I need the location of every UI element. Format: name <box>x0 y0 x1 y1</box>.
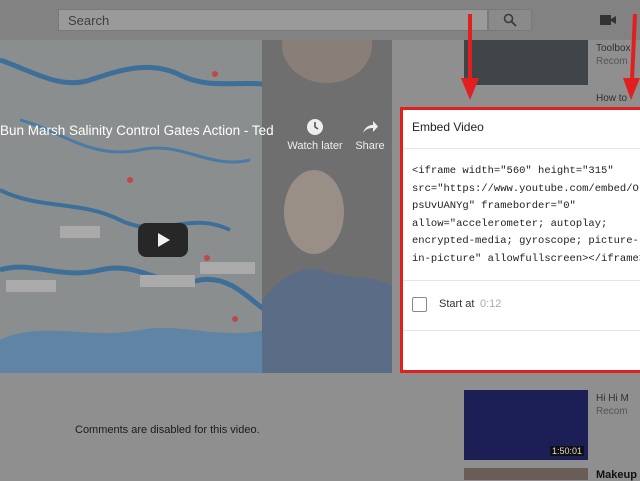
clock-icon <box>307 119 323 135</box>
divider <box>403 148 640 149</box>
speaker-image <box>262 40 392 373</box>
embed-code-line: allow="accelerometer; autoplay; <box>412 217 608 230</box>
recommendation-thumbnail[interactable]: 1:50:01 <box>464 390 588 460</box>
start-at-time[interactable]: 0:12 <box>480 298 501 310</box>
video-camera-icon[interactable] <box>600 13 616 31</box>
top-bar <box>0 0 640 40</box>
divider <box>403 330 640 331</box>
play-button[interactable] <box>138 223 188 257</box>
search-input[interactable] <box>59 10 487 30</box>
embed-video-dialog: Embed Video <iframe width="560" height="… <box>400 107 640 373</box>
search-box <box>58 9 488 31</box>
recommendation-thumbnail[interactable] <box>464 468 588 480</box>
recommendation-title[interactable]: Hi Hi M <box>596 393 640 404</box>
divider <box>403 280 640 281</box>
video-title[interactable]: Bun Marsh Salinity Control Gates Action … <box>0 123 275 138</box>
search-icon <box>503 13 517 27</box>
embed-code-line: src="https://www.youtube.com/embed/Ol <box>412 182 640 195</box>
video-player[interactable]: Bun Marsh Salinity Control Gates Action … <box>0 40 392 373</box>
watch-later-label: Watch later <box>287 140 343 152</box>
search-button[interactable] <box>488 9 532 31</box>
recommendation-subtitle: Recom <box>596 406 628 417</box>
red-down-arrow <box>623 14 640 100</box>
embed-code-line: encrypted-media; gyroscope; picture- <box>412 235 639 247</box>
embed-code-line: in-picture" allowfullscreen></iframe> <box>412 252 640 265</box>
recommendation-title[interactable]: Makeup M <box>596 469 640 481</box>
share-arrow-icon <box>363 121 378 133</box>
comments-disabled-notice: Comments are disabled for this video. <box>75 424 260 436</box>
embed-code-line: <iframe width="560" height="315" <box>412 165 614 177</box>
red-down-arrow <box>461 14 479 100</box>
embed-code-textarea[interactable]: <iframe width="560" height="315" src="htt… <box>412 163 640 268</box>
start-at-label: Start at <box>439 298 475 310</box>
video-duration: 1:50:01 <box>549 446 584 456</box>
play-icon <box>158 233 170 247</box>
watch-later-button[interactable]: Watch later <box>287 118 343 152</box>
start-at-checkbox[interactable] <box>412 297 427 312</box>
share-label: Share <box>355 140 385 152</box>
embed-dialog-title: Embed Video <box>412 120 484 134</box>
share-button[interactable]: Share <box>352 118 388 152</box>
recommendation-thumbnail[interactable] <box>464 40 588 85</box>
embed-code-line: psUvUANYg" frameborder="0" <box>412 200 576 212</box>
map-image <box>0 40 270 373</box>
